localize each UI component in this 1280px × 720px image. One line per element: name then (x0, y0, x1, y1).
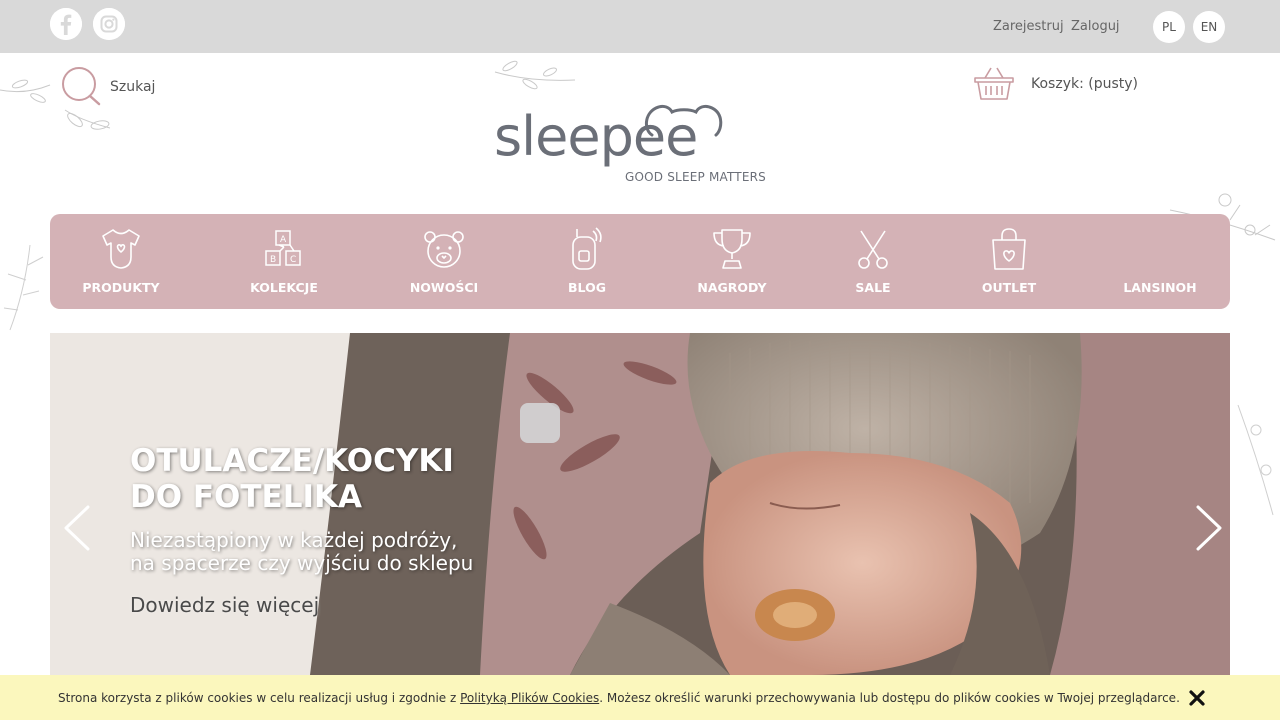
svg-text:A: A (280, 235, 287, 245)
main-navigation: PRODUKTY A B C KOLEKCJE NOWOŚCI BLOG NAG… (50, 214, 1230, 309)
nav-label-nowosci: NOWOŚCI (409, 280, 479, 295)
login-link[interactable]: Zaloguj (1071, 19, 1120, 34)
slider-prev-arrow-icon[interactable] (58, 503, 98, 553)
language-pl-button[interactable]: PL (1153, 11, 1185, 43)
nav-item-blog[interactable]: BLOG (557, 214, 617, 309)
teddy-bear-icon (424, 231, 464, 268)
nav-label-lansinoh: LANSINOH (1123, 280, 1197, 295)
cookie-bar: Strona korzysta z plików cookies w celu … (0, 675, 1280, 720)
cookie-text-after: . Możesz określić warunki przechowywania… (599, 691, 1180, 705)
close-icon[interactable] (1188, 689, 1206, 707)
shopping-bag-icon (992, 228, 1026, 270)
hero-title-line-1: OTULACZE/KOCYKI (130, 443, 454, 479)
nav-label-produkty: PRODUKTY (82, 280, 160, 295)
hero-title: OTULACZE/KOCYKI DO FOTELIKA (130, 443, 454, 515)
cookie-message: Strona korzysta z plików cookies w celu … (58, 691, 1180, 705)
instagram-icon (93, 8, 125, 40)
cookie-policy-link[interactable]: Polityką Plików Cookies (460, 691, 599, 705)
nav-item-produkty[interactable]: PRODUKTY (82, 214, 160, 309)
hero-subtitle-line-1: Niezastąpiony w każdej podróży, (130, 528, 458, 552)
nav-label-nagrody: NAGRODY (697, 280, 767, 295)
nav-label-sale: SALE (855, 280, 891, 295)
language-en-button[interactable]: EN (1193, 11, 1225, 43)
hero-subtitle: Niezastąpiony w każdej podróży, na space… (130, 529, 473, 575)
cart-button[interactable]: Koszyk: (pusty) (973, 66, 1138, 102)
hero-learn-more-link[interactable]: Dowiedz się więcej (130, 593, 319, 617)
search-icon (62, 67, 101, 106)
nav-item-kolekcje[interactable]: A B C KOLEKCJE (245, 214, 323, 309)
facebook-icon (50, 8, 82, 40)
scissors-icon (858, 230, 888, 269)
nav-item-sale[interactable]: SALE (848, 214, 898, 309)
baby-bodysuit-icon (102, 229, 140, 269)
logo-tagline: GOOD SLEEP MATTERS (625, 170, 766, 184)
leaf-decoration-top (494, 60, 576, 90)
leaf-decoration-right-mid (1237, 404, 1274, 516)
search-label: Szukaj (110, 79, 156, 95)
baby-monitor-icon (572, 227, 602, 270)
top-bar: Zarejestruj Zaloguj PL EN (0, 0, 1280, 53)
nav-label-kolekcje: KOLEKCJE (250, 280, 318, 295)
trophy-icon (713, 229, 751, 269)
cart-label: Koszyk: (pusty) (1031, 76, 1139, 92)
logo[interactable]: sleepee GOOD SLEEP MATTERS (494, 100, 794, 190)
instagram-link[interactable] (93, 8, 125, 40)
abc-blocks-icon: A B C (265, 230, 301, 266)
facebook-link[interactable] (50, 8, 82, 40)
leaf-decoration-left-mid (3, 244, 44, 331)
svg-text:B: B (270, 255, 276, 265)
svg-text:C: C (290, 255, 296, 265)
hero-slider[interactable]: OTULACZE/KOCYKI DO FOTELIKA Niezastąpion… (50, 333, 1230, 675)
nav-item-nagrody[interactable]: NAGRODY (694, 214, 770, 309)
hero-title-line-2: DO FOTELIKA (130, 479, 363, 515)
register-link[interactable]: Zarejestruj (993, 19, 1064, 34)
nav-item-outlet[interactable]: OUTLET (974, 214, 1044, 309)
nav-item-lansinoh[interactable]: LANSINOH (1115, 214, 1205, 309)
slider-next-arrow-icon[interactable] (1188, 503, 1228, 553)
nav-label-outlet: OUTLET (981, 280, 1037, 295)
logo-wordmark: sleepee (494, 105, 698, 168)
hero-subtitle-line-2: na spacerze czy wyjściu do sklepu (130, 551, 474, 575)
nav-label-blog: BLOG (568, 280, 606, 295)
cookie-text-before: Strona korzysta z plików cookies w celu … (58, 691, 461, 705)
basket-icon (974, 67, 1014, 100)
search-button[interactable]: Szukaj (60, 66, 155, 108)
nav-item-nowosci[interactable]: NOWOŚCI (406, 214, 482, 309)
